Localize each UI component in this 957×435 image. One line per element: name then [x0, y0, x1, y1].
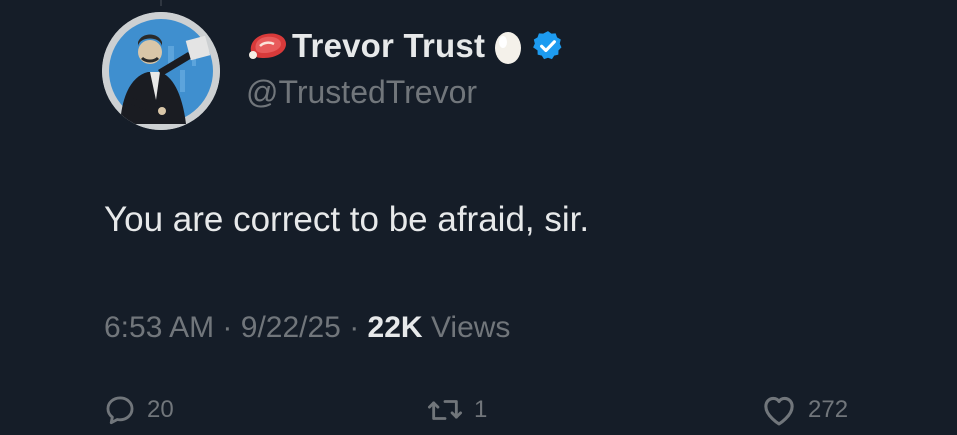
reply-icon: [106, 396, 134, 425]
tweet-meta: 6:53 AM · 9/22/25 · 22K Views: [104, 311, 510, 345]
avatar[interactable]: [102, 12, 220, 130]
meta-separator: ·: [222, 311, 233, 344]
repost-button[interactable]: 1: [426, 388, 487, 432]
reply-count: 20: [147, 396, 174, 423]
thread-connector-line: [160, 0, 162, 6]
views-count[interactable]: 22K: [368, 311, 423, 344]
steak-icon: [249, 33, 286, 59]
views-label: Views: [430, 311, 511, 344]
display-name[interactable]: Trevor Trust: [292, 27, 485, 65]
like-count: 272: [808, 396, 849, 423]
tweet-date[interactable]: 9/22/25: [241, 311, 341, 344]
meta-separator: ·: [349, 311, 360, 344]
action-bar: 20 1 272: [0, 388, 957, 432]
tweet-text: You are correct to be afraid, sir.: [104, 200, 590, 239]
like-button[interactable]: 272: [760, 388, 848, 432]
tweet-time[interactable]: 6:53 AM: [104, 311, 214, 344]
verified-badge-icon: [533, 31, 562, 60]
reply-button[interactable]: 20: [103, 388, 174, 432]
author-handle[interactable]: @TrustedTrevor: [246, 74, 477, 111]
heart-icon: [764, 396, 794, 426]
egg-icon: [495, 32, 522, 64]
author-name-row[interactable]: Trevor Trust: [246, 24, 565, 68]
repost-icon: [427, 400, 462, 420]
repost-count: 1: [474, 396, 488, 423]
